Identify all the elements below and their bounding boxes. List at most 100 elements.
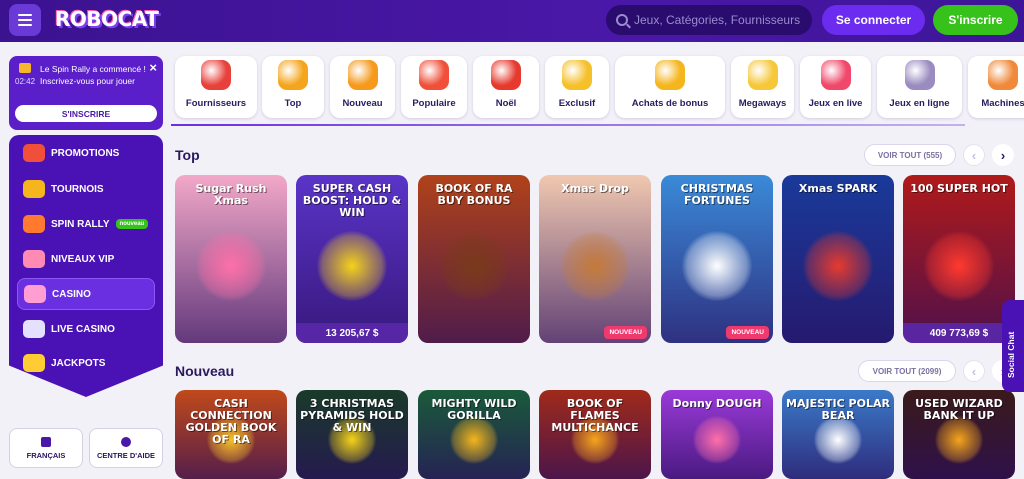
game-title: BOOK OF FLAMES MULTICHANCE [551,397,639,434]
game-card[interactable]: Donny DOUGH [661,390,773,479]
view-all-top-button[interactable]: VOIR TOUT (555) [864,144,956,166]
game-card[interactable]: 3 CHRISTMAS PYRAMIDS HOLD & WIN [296,390,408,479]
jackpot-amount: 13 205,67 $ [296,323,408,343]
search-input[interactable]: Jeux, Catégories, Fournisseurs [606,5,812,35]
game-title: SUPER CASH BOOST: HOLD & WIN [302,182,402,219]
category-bar: Fournisseurs Top Nouveau Populaire Noël Exclu… [171,52,1024,122]
game-title: USED WIZARD BANK IT UP [915,397,1003,422]
game-card[interactable]: SUPER CASH BOOST: HOLD & WIN 13 205,67 $ [296,175,408,343]
rally-icon [23,215,45,233]
game-art [450,415,498,464]
rally-countdown: 02:42 [15,77,36,86]
sidebar-item-promotions[interactable]: PROMOTIONS [17,137,155,169]
sidebar-item-casino[interactable]: CASINO [17,278,155,310]
menu-button[interactable] [9,4,41,36]
sidebar-nav: PROMOTIONS TOURNOIS SPIN RALLY nouveau NIVEA… [9,135,163,397]
game-card[interactable]: BOOK OF FLAMES MULTICHANCE [539,390,651,479]
sidebar-item-live-casino[interactable]: LIVE CASINO [17,313,155,345]
social-chat-tab[interactable]: Social Chat [1002,300,1024,392]
help-label: CENTRE D'AIDE [96,450,156,460]
category-label: Top [284,98,302,109]
game-card[interactable]: Sugar Rush Xmas [175,175,287,343]
rally-message: Le Spin Rally a commencé ! Inscrivez-vou… [40,64,146,86]
login-button[interactable]: Se connecter [822,5,925,35]
gift-icon [23,144,45,162]
category-achats-de-bonus[interactable]: Achats de bonus [615,56,725,118]
category-jeux-en-ligne[interactable]: Jeux en ligne [877,56,962,118]
category-icon [278,60,308,90]
sidebar-item-spin-rally[interactable]: SPIN RALLY nouveau [17,208,155,240]
game-art [439,231,509,301]
category-label: Machines [981,98,1024,109]
game-art [682,231,752,301]
game-card[interactable]: CHRISTMAS FORTUNES NOUVEAU [661,175,773,343]
new-badge: NOUVEAU [726,326,769,339]
new-badge: nouveau [115,219,149,229]
category-megaways[interactable]: Megaways [731,56,794,118]
sidebar-item-label: CASINO [52,288,91,300]
sidebar-item-label: SPIN RALLY [51,218,110,230]
category-top[interactable]: Top [262,56,324,118]
game-card[interactable]: Xmas SPARK [782,175,894,343]
casino-icon [24,285,46,303]
category-icon [562,60,592,90]
category-label: Noël [495,98,517,109]
prev-arrow-icon[interactable]: ‹ [963,144,985,166]
new-badge: NOUVEAU [604,326,647,339]
language-label: FRANÇAIS [26,450,66,460]
category-icon [201,60,231,90]
sidebar-item-jackpots[interactable]: JACKPOTS [17,347,155,379]
category-nouveau[interactable]: Nouveau [330,56,395,118]
category-machines[interactable]: Machines [968,56,1024,118]
section-title-new: Nouveau [175,363,235,379]
game-card[interactable]: MIGHTY WILD GORILLA [418,390,530,479]
game-card[interactable]: CASH CONNECTION GOLDEN BOOK OF RA [175,390,287,479]
language-button[interactable]: FRANÇAIS [9,428,83,468]
sidebar-item-niveaux-vip[interactable]: NIVEAUX VIP [17,243,155,275]
game-card[interactable]: MAJESTIC POLAR BEAR [782,390,894,479]
category-icon [491,60,521,90]
game-art [803,231,873,301]
game-card[interactable]: BOOK OF RA BUY BONUS [418,175,530,343]
sidebar-item-label: LIVE CASINO [51,323,115,335]
rally-signup-button[interactable]: S'INSCRIRE [15,105,157,122]
game-title: MIGHTY WILD GORILLA [431,397,517,422]
category-label: Jeux en live [808,98,863,109]
game-card[interactable]: 100 SUPER HOT 409 773,69 $ [903,175,1015,343]
category-noël[interactable]: Noël [473,56,539,118]
globe-icon [41,436,51,447]
sidebar-item-label: NIVEAUX VIP [51,253,115,265]
help-center-button[interactable]: CENTRE D'AIDE [89,428,163,468]
game-title: Donny DOUGH [672,397,762,410]
signup-button[interactable]: S'inscrire [933,5,1018,35]
category-fournisseurs[interactable]: Fournisseurs [175,56,257,118]
site-logo[interactable]: ROBOCAT [55,7,159,31]
game-card[interactable]: USED WIZARD BANK IT UP [903,390,1015,479]
game-title: Sugar Rush Xmas [195,182,267,207]
next-arrow-icon[interactable]: › [992,144,1014,166]
vip-icon [23,250,45,268]
sidebar-item-tournois[interactable]: TOURNOIS [17,173,155,205]
game-art [196,231,266,301]
close-icon[interactable]: × [149,60,157,75]
category-icon [347,60,378,90]
view-all-new-button[interactable]: VOIR TOUT (2099) [858,360,956,382]
category-label: Exclusif [558,98,596,109]
category-icon [988,60,1018,90]
category-icon [904,60,935,90]
game-card[interactable]: Xmas Drop NOUVEAU [539,175,651,343]
jackpot-amount: 409 773,69 $ [903,323,1015,343]
prev-arrow-icon[interactable]: ‹ [963,360,985,382]
category-icon [747,60,778,90]
category-jeux-en-live[interactable]: Jeux en live [800,56,871,118]
social-chat-label: Social Chat [1006,331,1016,378]
spin-rally-notice: 02:42 Le Spin Rally a commencé ! Inscriv… [9,56,163,130]
game-title: CASH CONNECTION GOLDEN BOOK OF RA [185,397,277,446]
game-title: CHRISTMAS FORTUNES [680,182,754,207]
game-title: Xmas Drop [561,182,629,195]
trophy-icon [23,180,45,198]
category-populaire[interactable]: Populaire [401,56,467,118]
category-exclusif[interactable]: Exclusif [545,56,609,118]
game-art [935,415,983,464]
game-art [924,231,994,301]
